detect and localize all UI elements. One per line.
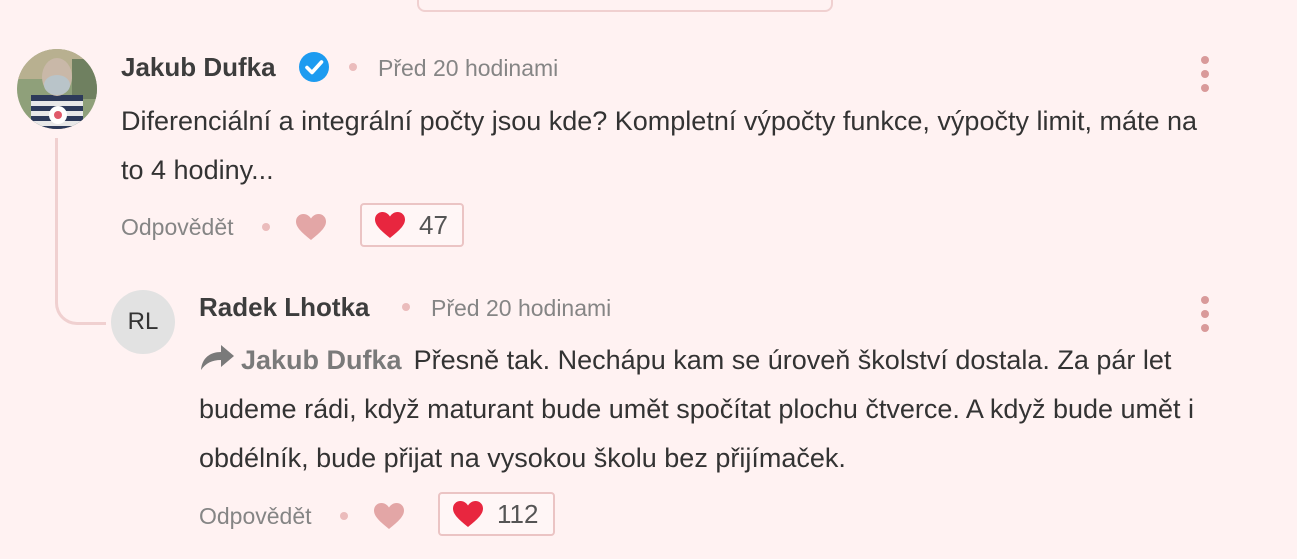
comment-author[interactable]: Jakub Dufka (121, 52, 276, 83)
thread-connector-line (55, 138, 106, 325)
reply-button[interactable]: Odpovědět (199, 503, 312, 530)
like-count-button[interactable]: 112 (438, 492, 555, 536)
mention-author[interactable]: Jakub Dufka (241, 345, 402, 375)
heart-outline-icon[interactable] (373, 502, 405, 530)
avatar[interactable]: RL (111, 290, 175, 354)
like-count: 112 (497, 498, 539, 529)
reply-button[interactable]: Odpovědět (121, 214, 234, 241)
comment-text: Jakub Dufka Přesně tak. Nechápu kam se úr… (199, 336, 1259, 483)
verified-badge-icon (299, 52, 329, 82)
like-count: 47 (419, 209, 448, 240)
like-count-button[interactable]: 47 (360, 203, 464, 247)
separator-dot (262, 223, 270, 231)
previous-comment-box (417, 0, 833, 12)
more-options-button[interactable] (1199, 296, 1211, 332)
comment-text: Diferenciální a integrální počty jsou kd… (121, 106, 1198, 185)
comment-author[interactable]: Radek Lhotka (199, 292, 370, 323)
reply-arrow-icon (201, 345, 234, 370)
comment-time: Před 20 hodinami (378, 55, 559, 81)
more-options-button[interactable] (1199, 56, 1211, 92)
separator-dot (340, 512, 348, 520)
heart-filled-icon (375, 212, 405, 238)
avatar[interactable] (17, 49, 97, 129)
separator-dot (402, 303, 410, 311)
more-vertical-icon (1201, 56, 1209, 64)
separator-dot (349, 63, 357, 71)
heart-outline-icon[interactable] (295, 213, 327, 241)
more-vertical-icon (1201, 296, 1209, 304)
heart-filled-icon (453, 501, 483, 527)
comment-time: Před 20 hodinami (431, 295, 612, 321)
